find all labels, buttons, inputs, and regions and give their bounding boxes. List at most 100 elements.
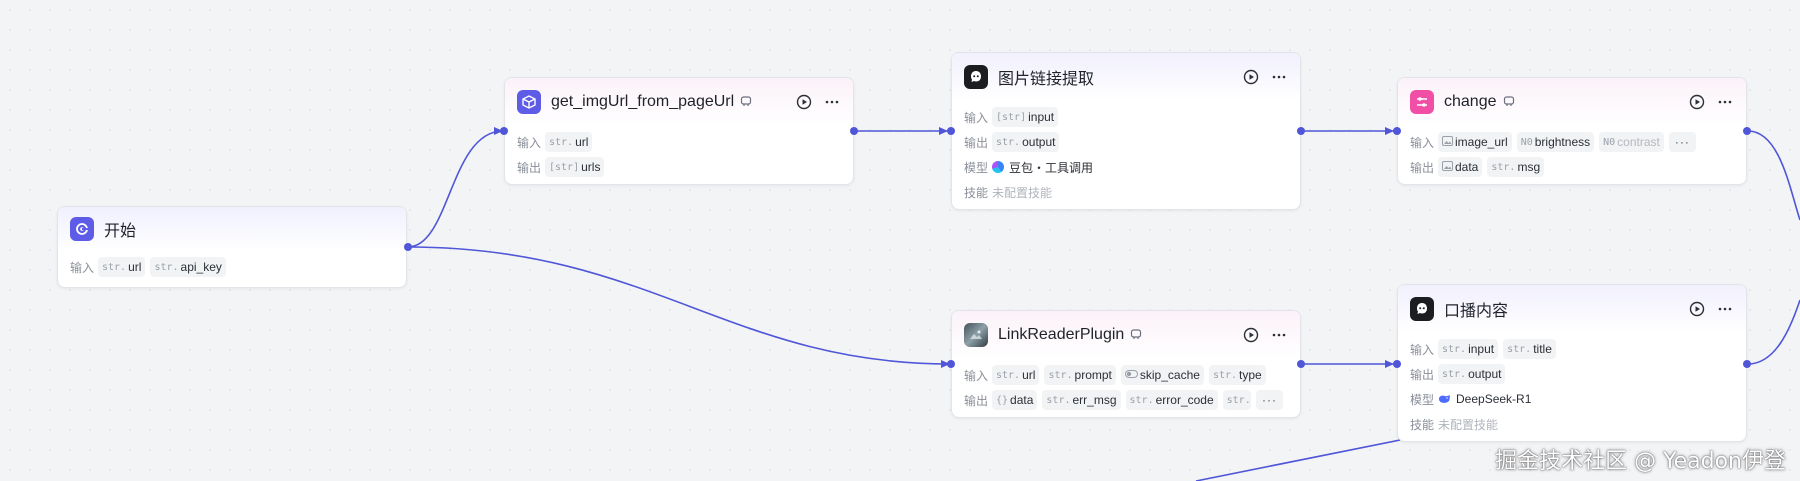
output-port[interactable]: [1297, 360, 1305, 368]
edge-change-out[interactable]: [1747, 130, 1800, 221]
node-get-imgurl[interactable]: get_imgUrl_from_pageUrl 输入 str. url 输出 [s…: [504, 77, 854, 185]
inputs-label: 输入: [1410, 342, 1435, 357]
param-chip: str. type: [1208, 365, 1266, 385]
param-name: brightness: [1534, 135, 1591, 149]
more-icon[interactable]: [1270, 326, 1288, 344]
input-port[interactable]: [1393, 127, 1401, 135]
param-chip: str. msg: [1487, 157, 1545, 177]
node-header[interactable]: LinkReaderPlugin: [952, 311, 1300, 359]
param-name: url: [1022, 368, 1036, 382]
node-title: 图片链接提取: [998, 71, 1095, 88]
more-params-button[interactable]: ···: [1256, 390, 1283, 410]
bot-icon: [964, 65, 988, 89]
run-icon[interactable]: [1688, 93, 1706, 111]
input-port[interactable]: [947, 360, 955, 368]
param-name: prompt: [1074, 368, 1112, 382]
param-name: data: [1455, 160, 1479, 174]
outputs-row: 输出 [str] urls: [517, 156, 841, 178]
node-title: 开始: [104, 223, 137, 240]
edge-start-to-linkreader[interactable]: [407, 246, 951, 365]
param-name: input: [1028, 110, 1055, 124]
outputs-label: 输出: [517, 160, 542, 175]
output-port[interactable]: [1297, 127, 1305, 135]
output-port[interactable]: [1743, 360, 1751, 368]
param-chip: str. url: [992, 365, 1040, 385]
skills-value: 未配置技能: [992, 185, 1053, 200]
model-value: DeepSeek-R1: [1438, 392, 1531, 406]
more-icon[interactable]: [1716, 300, 1734, 318]
param-chip: [str] input: [992, 107, 1059, 127]
type-tag: str.: [1442, 343, 1467, 355]
param-name: url: [575, 135, 589, 149]
run-icon[interactable]: [1242, 326, 1260, 344]
edge-start-to-getimg[interactable]: [407, 130, 504, 248]
inputs-row: 输入 str. url str. api_key: [70, 256, 394, 278]
type-tag: str.: [102, 261, 127, 273]
param-chip: str. prompt: [1044, 365, 1116, 385]
watermark: 掘金技术社区 @ Yeadon伊登: [1495, 449, 1786, 474]
node-header[interactable]: 图片链接提取: [952, 53, 1300, 101]
edge-broadcast-out[interactable]: [1747, 299, 1800, 365]
node-title: LinkReaderPlugin: [998, 326, 1125, 343]
param-chip: str. url: [98, 257, 146, 277]
outputs-row: 输出 {} data str. err_msg str. error_code str…: [964, 389, 1288, 411]
type-tag: [str]: [996, 111, 1027, 123]
more-params-button[interactable]: ···: [1668, 132, 1696, 152]
input-port[interactable]: [947, 127, 955, 135]
node-change[interactable]: change 输入 image_url N0 brightness N0 contr…: [1397, 77, 1747, 185]
node-title: change: [1444, 93, 1497, 110]
param-name: error_code: [1155, 393, 1214, 407]
node-image-link-extract[interactable]: 图片链接提取 输入 [str]input 输出 str.output 模型: [951, 52, 1301, 210]
image-type-icon: [1442, 160, 1453, 174]
type-tag: str.: [549, 136, 574, 148]
node-header[interactable]: 口播内容: [1398, 285, 1746, 333]
more-icon[interactable]: [823, 93, 841, 111]
node-link-reader-plugin[interactable]: LinkReaderPlugin 输入 str. url str. prompt s…: [951, 310, 1301, 418]
type-tag: str.: [996, 369, 1021, 381]
param-name: output: [1468, 367, 1502, 381]
skills-value: 未配置技能: [1438, 417, 1499, 432]
output-port[interactable]: [1743, 127, 1751, 135]
more-icon[interactable]: [1270, 68, 1288, 86]
node-header[interactable]: get_imgUrl_from_pageUrl: [505, 78, 853, 126]
inputs-row: 输入 str. input str. title: [1410, 338, 1734, 360]
param-name: input: [1468, 342, 1495, 356]
plugin-badge-icon: [740, 95, 752, 110]
node-broadcast-content[interactable]: 口播内容 输入 str. input str. title 输出 str. outpu…: [1397, 284, 1747, 442]
param-chip: str. output: [992, 132, 1060, 152]
workflow-canvas[interactable]: 开始 输入 str. url str. api_key get_imgUrl_fro…: [0, 0, 1800, 481]
run-icon[interactable]: [1242, 68, 1260, 86]
param-chip: str. output: [1438, 364, 1506, 384]
plugin-badge-icon: [1130, 328, 1142, 343]
outputs-row: 输出 str. output: [1410, 363, 1734, 385]
param-chip: image_url: [1438, 132, 1512, 152]
inputs-label: 输入: [517, 135, 542, 150]
type-tag: str.: [1507, 343, 1532, 355]
output-port[interactable]: [850, 127, 858, 135]
type-tag: str.: [1226, 394, 1251, 406]
node-header[interactable]: 开始: [58, 207, 406, 251]
param-chip: str. err_msg: [1042, 390, 1121, 410]
outputs-label: 输出: [1410, 367, 1435, 382]
more-icon[interactable]: [1716, 93, 1734, 111]
start-icon: [70, 217, 94, 241]
inputs-row: 输入 str. url: [517, 131, 841, 153]
run-icon[interactable]: [1688, 300, 1706, 318]
node-start[interactable]: 开始 输入 str. url str. api_key: [57, 206, 407, 288]
run-icon[interactable]: [795, 93, 813, 111]
param-name: err_msg: [1072, 393, 1117, 407]
input-port[interactable]: [500, 127, 508, 135]
skills-row: 技能 未配置技能: [964, 181, 1288, 203]
inputs-row: 输入 [str] input: [964, 106, 1288, 128]
model-name: 豆包・工具调用: [1009, 160, 1094, 175]
output-port[interactable]: [404, 243, 412, 251]
param-name: title: [1533, 342, 1552, 356]
model-value: 豆包・工具调用: [992, 159, 1093, 176]
input-port[interactable]: [1393, 360, 1401, 368]
edge-broadcast-in-lower[interactable]: [1195, 439, 1401, 481]
node-header[interactable]: change: [1398, 78, 1746, 126]
param-name: urls: [581, 160, 601, 174]
deepseek-whale-icon: [1438, 394, 1451, 404]
type-tag: str.: [1048, 369, 1073, 381]
sliders-icon: [1410, 90, 1434, 114]
